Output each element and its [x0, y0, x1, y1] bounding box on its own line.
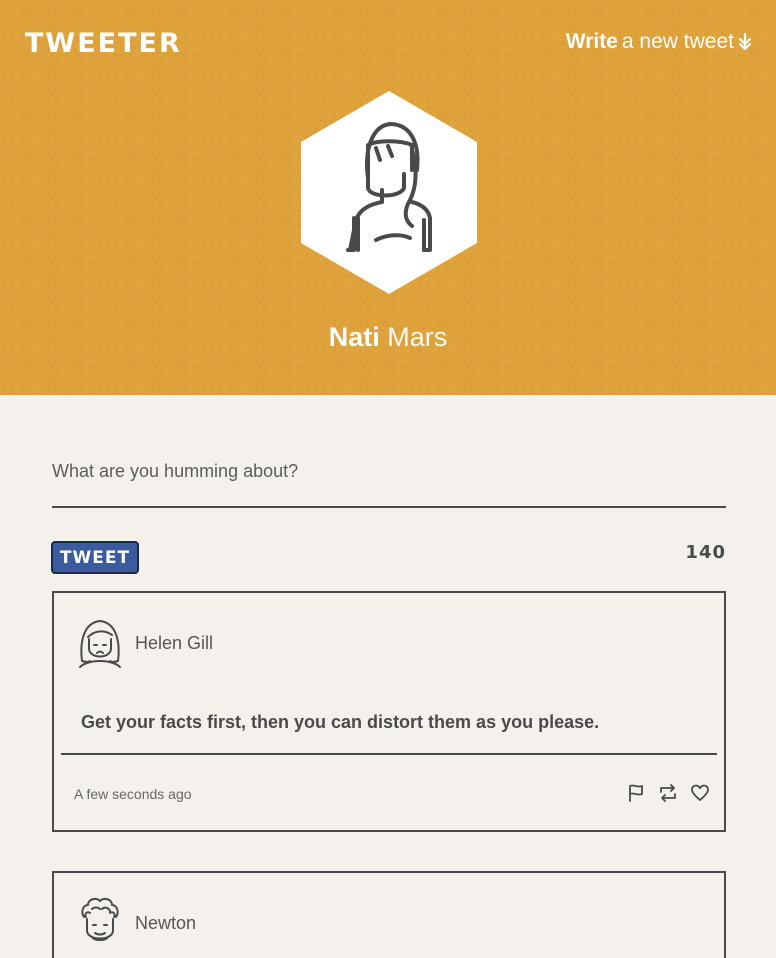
app-logo[interactable]: TWEETER: [25, 28, 182, 59]
tweet-card: Helen Gill Get your facts first, then yo…: [52, 591, 726, 832]
girl-avatar-icon: [79, 620, 121, 668]
tweet-card: Newton: [52, 871, 726, 958]
flag-icon[interactable]: [626, 783, 646, 803]
compose-tweet-input[interactable]: [52, 448, 726, 508]
tweet-divider: [61, 753, 717, 755]
heart-icon[interactable]: [690, 783, 710, 803]
profile-first-name: Nati: [328, 322, 380, 352]
write-label-bold: Write: [565, 30, 618, 53]
character-counter: 140: [685, 542, 726, 563]
profile-last-name: Mars: [387, 322, 448, 352]
double-arrow-down-icon: [738, 32, 752, 51]
profile-name: Nati Mars: [0, 322, 776, 353]
tweet-author[interactable]: Newton: [135, 913, 196, 934]
curly-hair-man-avatar-icon: [81, 897, 119, 941]
tweet-actions: [626, 783, 710, 803]
write-new-tweet-link[interactable]: Write a new tweet: [566, 30, 752, 54]
tweet-timestamp: A few seconds ago: [74, 786, 192, 802]
tweet-button[interactable]: TWEET: [51, 541, 139, 574]
woman-avatar-icon: [301, 91, 477, 294]
profile-header: TWEETER Write a new tweet Nati Mars: [0, 0, 776, 395]
write-label-rest: a new tweet: [621, 30, 734, 53]
retweet-icon[interactable]: [658, 783, 678, 803]
tweet-text: Get your facts first, then you can disto…: [81, 712, 600, 732]
tweet-author[interactable]: Helen Gill: [135, 633, 213, 654]
